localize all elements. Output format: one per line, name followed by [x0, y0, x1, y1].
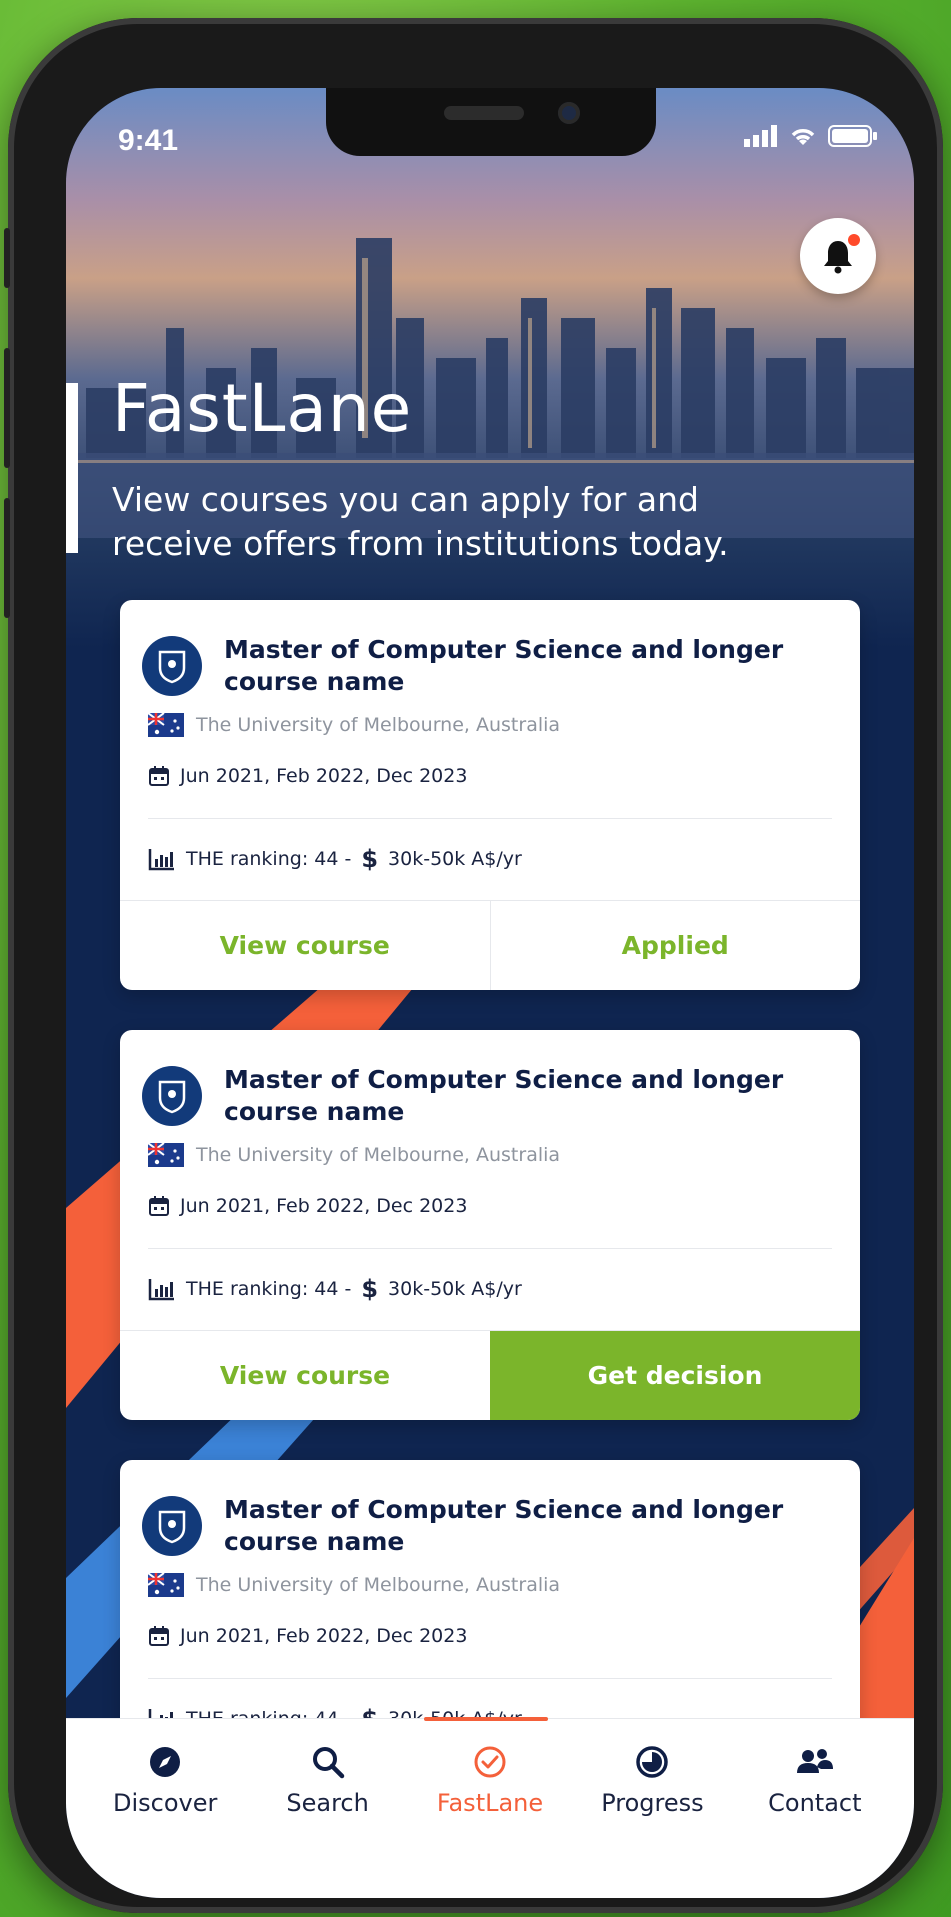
crest-icon — [158, 1510, 186, 1544]
divider — [148, 1248, 832, 1249]
course-card[interactable]: Master of Computer Science and longer co… — [120, 600, 860, 990]
search-icon — [312, 1747, 344, 1779]
phone-side-button — [4, 498, 10, 618]
active-tab-indicator — [424, 1717, 548, 1721]
australia-flag-icon — [148, 1573, 184, 1597]
contact-icon — [796, 1749, 833, 1773]
australia-flag-icon — [148, 713, 184, 737]
app-screen: 9:41 FastLane View courses you can apply… — [66, 88, 914, 1898]
calendar-icon — [149, 1626, 169, 1646]
dollar-symbol: $ — [361, 845, 379, 873]
intake-dates-row: Jun 2021, Feb 2022, Dec 2023 — [148, 1625, 467, 1647]
view-course-button[interactable]: View course — [120, 901, 490, 990]
tab-search[interactable]: Search — [246, 1745, 408, 1898]
course-title: Master of Computer Science and longer co… — [224, 1065, 784, 1126]
dollar-symbol: $ — [361, 1275, 379, 1303]
status-icons — [744, 124, 878, 148]
calendar-icon — [149, 1196, 169, 1216]
intake-dates-row: Jun 2021, Feb 2022, Dec 2023 — [148, 1195, 467, 1217]
calendar-icon — [149, 766, 169, 786]
tab-discover[interactable]: Discover — [84, 1745, 246, 1898]
speaker-grille — [444, 106, 524, 120]
bar-chart-icon — [148, 849, 174, 871]
tab-progress[interactable]: Progress — [571, 1745, 733, 1898]
battery-icon — [828, 125, 877, 147]
divider — [148, 1678, 832, 1679]
ranking-text: THE ranking: 44 - — [186, 848, 352, 870]
university-name: The University of Melbourne, Australia — [196, 714, 561, 736]
phone-notch — [326, 88, 656, 156]
card-actions: View course Applied — [120, 900, 860, 990]
tab-label: FastLane — [436, 1789, 544, 1817]
university-name: The University of Melbourne, Australia — [196, 1574, 561, 1596]
notification-button[interactable] — [800, 218, 876, 294]
hero-banner: 9:41 FastLane View courses you can apply… — [66, 88, 914, 648]
tab-contact[interactable]: Contact — [734, 1745, 896, 1898]
bar-chart-icon — [148, 1279, 174, 1301]
course-card[interactable]: Master of Computer Science and longer co… — [120, 1030, 860, 1420]
course-title: Master of Computer Science and longer co… — [224, 635, 784, 696]
applied-button[interactable]: Applied — [489, 901, 861, 990]
status-time: 9:41 — [118, 124, 179, 157]
signal-icon — [744, 125, 777, 147]
phone-frame: 9:41 FastLane View courses you can apply… — [4, 18, 943, 1913]
progress-icon — [636, 1746, 669, 1778]
tab-fastlane[interactable]: FastLane — [409, 1745, 571, 1898]
title-accent-bar — [66, 383, 78, 553]
australia-flag-icon — [148, 1143, 184, 1167]
university-row: The University of Melbourne, Australia — [148, 713, 560, 737]
bottom-tab-bar: Discover Search FastLane Progress Contac… — [66, 1717, 914, 1898]
crest-icon — [158, 650, 186, 684]
ranking-text: THE ranking: 44 - — [186, 1278, 352, 1300]
tab-label: Contact — [768, 1789, 862, 1817]
phone-side-button — [4, 228, 10, 288]
intake-dates: Jun 2021, Feb 2022, Dec 2023 — [180, 765, 468, 787]
ranking-row: THE ranking: 44 - $ 30k-50k A$/yr — [148, 1275, 522, 1303]
university-row: The University of Melbourne, Australia — [148, 1573, 560, 1597]
front-camera — [558, 102, 580, 124]
card-actions: View course Get decision — [120, 1330, 860, 1420]
page-title: FastLane — [112, 370, 413, 447]
tab-label: Discover — [113, 1789, 218, 1817]
fee-text: 30k-50k A$/yr — [388, 1278, 522, 1300]
university-row: The University of Melbourne, Australia — [148, 1143, 560, 1167]
divider — [148, 818, 832, 819]
compass-icon — [150, 1747, 181, 1777]
crest-icon — [158, 1080, 186, 1114]
intake-dates: Jun 2021, Feb 2022, Dec 2023 — [180, 1625, 468, 1647]
tab-label: Search — [286, 1789, 369, 1817]
notification-badge — [848, 234, 860, 246]
course-title: Master of Computer Science and longer co… — [224, 1495, 784, 1556]
phone-side-button — [4, 348, 10, 468]
university-logo — [142, 1066, 202, 1126]
university-name: The University of Melbourne, Australia — [196, 1144, 561, 1166]
university-logo — [142, 636, 202, 696]
ranking-row: THE ranking: 44 - $ 30k-50k A$/yr — [148, 845, 522, 873]
check-circle-icon — [474, 1746, 506, 1778]
view-course-button[interactable]: View course — [120, 1331, 490, 1420]
tab-label: Progress — [601, 1789, 704, 1817]
page-subtitle: View courses you can apply for and recei… — [112, 480, 729, 563]
wifi-icon — [791, 129, 815, 145]
fee-text: 30k-50k A$/yr — [388, 848, 522, 870]
get-decision-button[interactable]: Get decision — [490, 1331, 860, 1420]
intake-dates-row: Jun 2021, Feb 2022, Dec 2023 — [148, 765, 467, 787]
intake-dates: Jun 2021, Feb 2022, Dec 2023 — [180, 1195, 468, 1217]
university-logo — [142, 1496, 202, 1556]
